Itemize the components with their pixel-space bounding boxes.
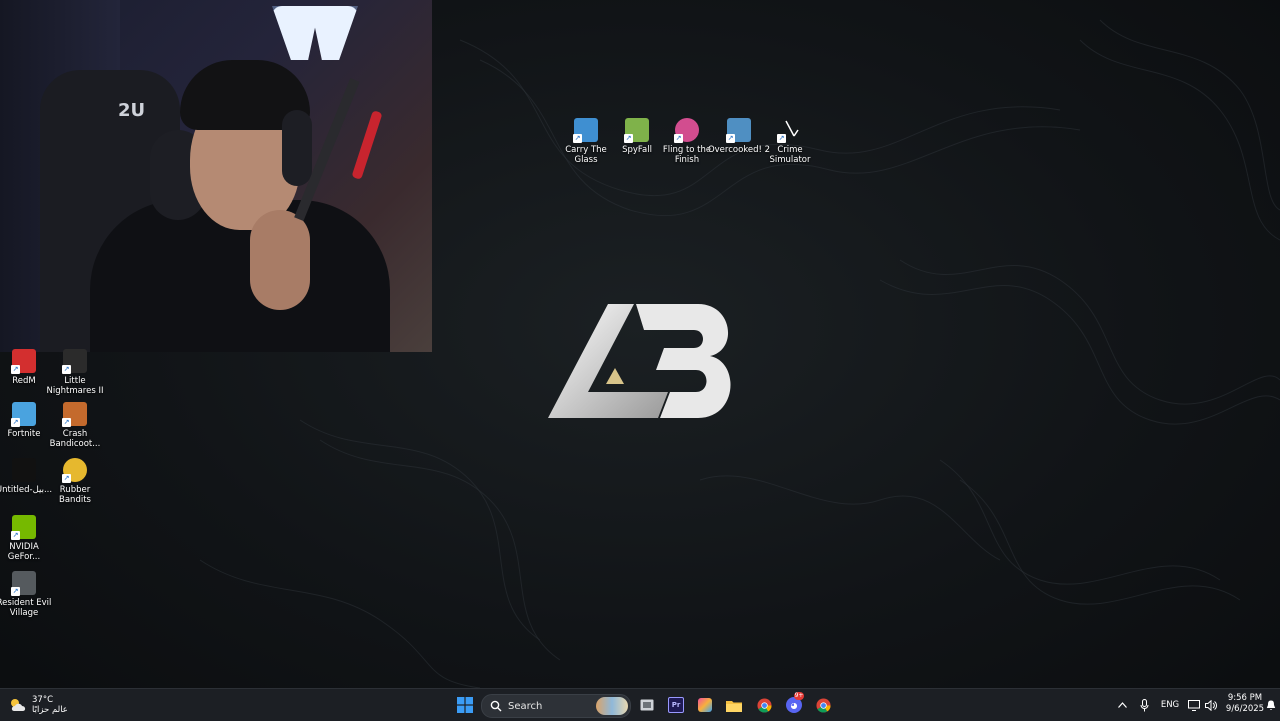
- desktop-icon-label: Crime Simulator: [769, 145, 811, 165]
- desktop-icon-little-nightmares[interactable]: ↗ Little Nightmares II: [46, 349, 104, 396]
- network-tray-button[interactable]: [1186, 689, 1202, 721]
- taskbar-app-premiere[interactable]: Pr: [665, 689, 687, 721]
- webcam-headphone-right: [282, 110, 312, 186]
- crash-bandicoot-icon: ↗: [62, 402, 87, 427]
- desktop-icon-label: Resident Evil Village: [0, 598, 52, 618]
- folder-icon: [726, 700, 742, 712]
- taskbar-app-photos[interactable]: [694, 689, 716, 721]
- carry-the-glass-icon: ↗: [573, 118, 598, 143]
- nvidia-icon: ↗: [11, 515, 36, 540]
- overcooked-2-icon: ↗: [726, 118, 751, 143]
- language-label: ENG: [1160, 700, 1180, 710]
- language-indicator[interactable]: ENG: [1158, 689, 1182, 721]
- webcam-neon-lamp: [272, 6, 358, 60]
- notifications-button[interactable]: [1264, 689, 1278, 721]
- desktop-icon-rubber-bandits[interactable]: ↗ Rubber Bandits: [47, 458, 103, 505]
- desktop-icon-carry-the-glass[interactable]: ↗ Carry The Glass: [558, 118, 614, 165]
- desktop-icon-crash-bandicoot[interactable]: ↗ Crash Bandicoot...: [47, 402, 103, 449]
- clock-date: 9/6/2025: [1225, 704, 1265, 714]
- taskbar: 37°C عالم حزابًا Search Pr ◕ 9+ ENG 9:56…: [0, 688, 1280, 721]
- windows-logo-icon: [457, 697, 473, 713]
- start-button[interactable]: [453, 689, 477, 721]
- speaker-icon: [1205, 699, 1217, 711]
- chrome-icon: [756, 697, 772, 713]
- taskbar-search[interactable]: Search: [481, 694, 631, 718]
- notification-bell-icon: [1266, 700, 1276, 710]
- weather-desc: عالم حزابًا: [32, 705, 68, 715]
- webcam-overlay: 2U: [0, 0, 432, 352]
- microphone-tray-button[interactable]: [1136, 689, 1152, 721]
- fling-to-the-finish-icon: ↗: [674, 118, 699, 143]
- chair-logo-text: 2U: [118, 100, 146, 121]
- microphone-icon: [1140, 698, 1148, 711]
- desktop-icon-crime-simulator[interactable]: ↗ Crime Simulator: [762, 118, 818, 165]
- chevron-up-icon: [1117, 702, 1127, 708]
- weather-temp: 37°C: [32, 695, 54, 705]
- taskbar-app-chrome-profile[interactable]: [812, 689, 834, 721]
- clock-time: 9:56 PM: [1227, 693, 1263, 703]
- task-view-button[interactable]: [636, 689, 658, 721]
- volume-tray-button[interactable]: [1203, 689, 1219, 721]
- taskbar-clock[interactable]: 9:56 PM 9/6/2025: [1222, 693, 1268, 715]
- taskbar-app-chrome[interactable]: [753, 689, 775, 721]
- discord-notification-badge: 9+: [794, 692, 804, 700]
- desktop-icon-resident-evil[interactable]: ↗ Resident Evil Village: [0, 571, 52, 618]
- spyfall-icon: ↗: [624, 118, 649, 143]
- desktop-icon-nvidia[interactable]: ↗ NVIDIA GeFor...: [0, 515, 52, 562]
- little-nightmares-icon: ↗: [62, 349, 87, 374]
- webcam-person-hand: [250, 210, 310, 310]
- weather-partly-cloudy-icon: [11, 699, 26, 711]
- search-label: Search: [508, 700, 543, 712]
- desktop-icon-label: Crash Bandicoot...: [49, 429, 101, 449]
- resident-evil-icon: ↗: [11, 571, 36, 596]
- chrome-profile-icon: [815, 697, 831, 713]
- redm-icon: ↗: [11, 349, 36, 374]
- search-highlight-art: [596, 697, 628, 715]
- desktop-icon-label: Rubber Bandits: [59, 485, 91, 505]
- desktop-icon-fling-to-the-finish[interactable]: ↗ Fling to the Finish: [659, 118, 715, 165]
- show-hidden-icons-button[interactable]: [1114, 689, 1130, 721]
- desktop-icon-label: NVIDIA GeFor...: [7, 542, 41, 562]
- untitled-file-icon: [12, 458, 36, 482]
- crime-simulator-icon: ↗: [777, 118, 802, 143]
- rubber-bandits-icon: ↗: [62, 458, 87, 483]
- weather-widget[interactable]: 37°C عالم حزابًا: [8, 689, 78, 721]
- fortnite-icon: ↗: [11, 402, 36, 427]
- premiere-pro-icon: Pr: [668, 697, 684, 713]
- desktop-icon-label: Little Nightmares II: [46, 376, 104, 396]
- photos-icon: [698, 698, 712, 712]
- network-monitor-icon: [1188, 699, 1200, 711]
- taskbar-app-discord[interactable]: ◕ 9+: [783, 689, 805, 721]
- taskbar-app-file-explorer[interactable]: [723, 689, 745, 721]
- ab-logo: [548, 304, 731, 418]
- task-view-icon: [640, 699, 654, 711]
- search-icon: [490, 700, 502, 712]
- webcam-mic: [351, 110, 383, 180]
